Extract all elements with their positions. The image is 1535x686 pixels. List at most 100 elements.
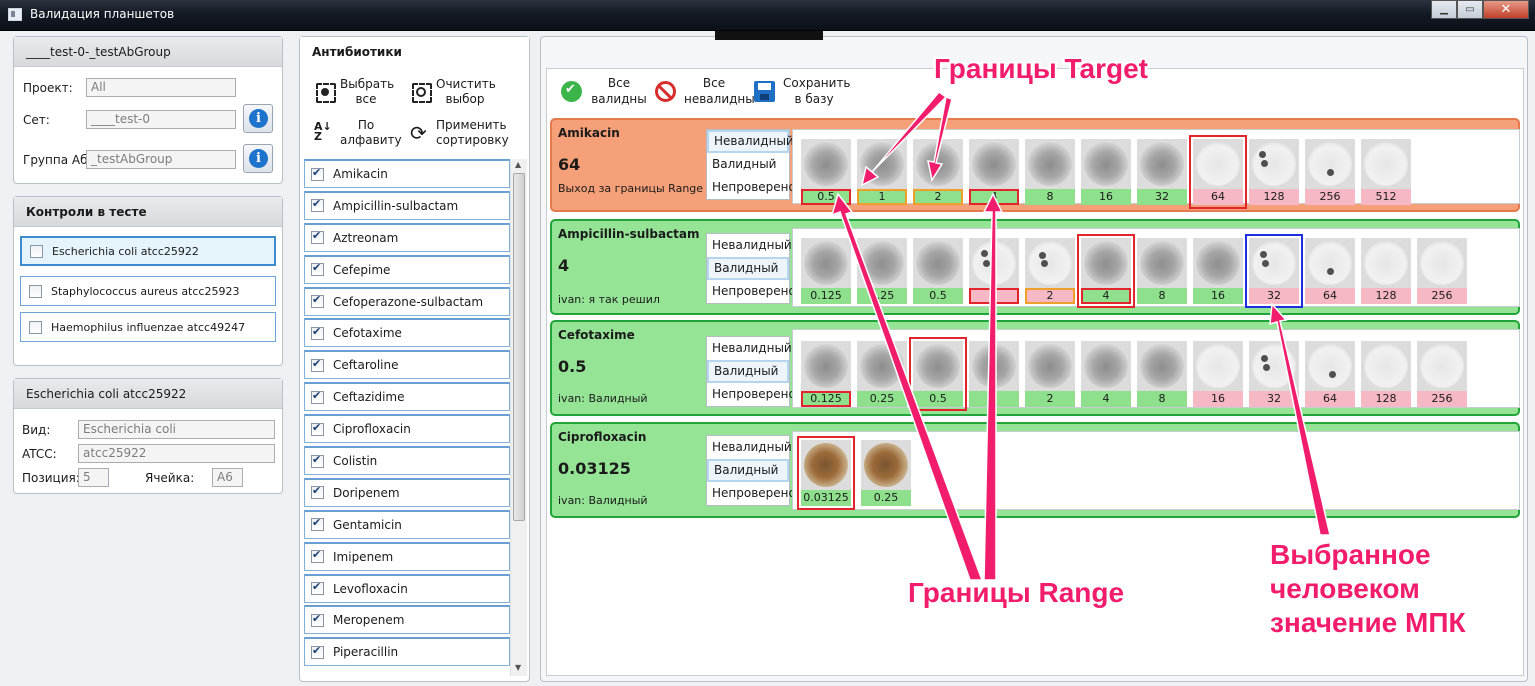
status-option[interactable]: Невалидный bbox=[707, 337, 792, 360]
antibiotic-list-item[interactable]: Imipenem bbox=[304, 541, 510, 571]
antibiotic-checkbox[interactable] bbox=[311, 293, 324, 309]
well[interactable]: 2 bbox=[1025, 341, 1075, 407]
antibiotic-checkbox[interactable] bbox=[311, 548, 324, 564]
minimize-button[interactable]: ▁ bbox=[1431, 0, 1457, 19]
antibiotic-checkbox[interactable] bbox=[311, 612, 324, 627]
position-field[interactable]: 5 bbox=[78, 468, 109, 487]
well[interactable]: 1 bbox=[969, 341, 1019, 407]
maximize-button[interactable]: ▭ bbox=[1457, 0, 1483, 19]
antibiotic-checkbox[interactable] bbox=[311, 166, 324, 181]
well[interactable]: 256 bbox=[1417, 238, 1467, 304]
antibiotic-checkbox[interactable] bbox=[311, 484, 324, 500]
well[interactable]: 1 bbox=[857, 139, 907, 205]
control-item[interactable]: Escherichia coli atcc25922 bbox=[20, 236, 276, 266]
well[interactable]: 0.5 bbox=[913, 238, 963, 304]
well[interactable]: 256 bbox=[1417, 341, 1467, 407]
sort-alpha-button[interactable]: A↓ Z По алфавиту bbox=[314, 118, 402, 148]
well[interactable]: 0.125 bbox=[801, 341, 851, 407]
antibiotic-list-item[interactable]: Doripenem bbox=[304, 477, 510, 507]
well[interactable]: 16 bbox=[1193, 238, 1243, 304]
antibiotic-checkbox[interactable] bbox=[311, 261, 324, 277]
well[interactable]: 128 bbox=[1249, 139, 1299, 205]
control-item[interactable]: Staphylococcus aureus atcc25923 bbox=[20, 276, 276, 306]
well[interactable]: 4 bbox=[969, 139, 1019, 205]
antibiotic-list-item[interactable]: Amikacin bbox=[304, 159, 510, 188]
control-checkbox[interactable] bbox=[30, 244, 43, 258]
antibiotic-list-scrollbar[interactable]: ▲ ▼ bbox=[510, 159, 527, 676]
antibiotic-list-item[interactable]: Cefoperazone-sulbactam bbox=[304, 286, 510, 316]
antibiotic-checkbox[interactable] bbox=[311, 516, 324, 532]
well[interactable]: 32 bbox=[1137, 139, 1187, 205]
well[interactable]: 8 bbox=[1025, 139, 1075, 205]
antibiotic-list-item[interactable]: Aztreonam bbox=[304, 222, 510, 252]
antibiotic-list-item[interactable]: Piperacillin bbox=[304, 637, 510, 667]
well[interactable]: 512 bbox=[1361, 139, 1411, 205]
antibiotic-checkbox[interactable] bbox=[311, 421, 324, 436]
status-option[interactable]: Невалидный bbox=[707, 234, 792, 257]
atcc-field[interactable]: atcc25922 bbox=[78, 444, 275, 463]
antibiotic-list-item[interactable]: Ampicillin-sulbactam bbox=[304, 190, 510, 220]
scrollbar-thumb[interactable] bbox=[513, 173, 525, 521]
set-field[interactable]: ____test-0 bbox=[86, 110, 236, 129]
antibiotic-list-item[interactable]: Ciprofloxacin bbox=[304, 414, 510, 444]
well[interactable]: 8 bbox=[1137, 238, 1187, 304]
well[interactable]: 1 bbox=[969, 238, 1019, 304]
control-checkbox[interactable] bbox=[29, 284, 42, 298]
well[interactable]: 0.25 bbox=[861, 440, 911, 506]
select-all-button[interactable]: Выбрать все bbox=[314, 77, 394, 107]
close-button[interactable]: ✕ bbox=[1483, 0, 1529, 19]
antibiotic-checkbox[interactable] bbox=[311, 229, 324, 245]
set-info-button[interactable] bbox=[243, 104, 273, 133]
group-info-button[interactable] bbox=[243, 144, 273, 173]
cell-field[interactable]: A6 bbox=[212, 468, 243, 487]
antibiotic-list-item[interactable]: Ceftazidime bbox=[304, 382, 510, 412]
antibiotic-list-item[interactable]: Gentamicin bbox=[304, 509, 510, 539]
antibiotic-list-item[interactable]: Levofloxacin bbox=[304, 573, 510, 603]
project-field[interactable]: All bbox=[86, 78, 236, 97]
antibiotic-list-item[interactable]: Colistin bbox=[304, 446, 510, 476]
clear-selection-button[interactable]: Очистить выбор bbox=[410, 77, 496, 107]
antibiotic-checkbox[interactable] bbox=[311, 357, 324, 372]
status-option[interactable]: Валидный bbox=[707, 257, 789, 280]
control-item[interactable]: Haemophilus influenzae atcc49247 bbox=[20, 312, 276, 342]
status-option[interactable]: Непроверено bbox=[707, 176, 796, 199]
status-option[interactable]: Валидный bbox=[707, 459, 789, 482]
all-invalid-button[interactable]: Все невалидны bbox=[655, 75, 755, 107]
antibiotic-list-item[interactable]: Ceftaroline bbox=[304, 350, 510, 380]
well[interactable]: 128 bbox=[1361, 341, 1411, 407]
well[interactable]: 32 bbox=[1249, 341, 1299, 407]
status-option[interactable]: Валидный bbox=[707, 153, 789, 176]
well[interactable]: 2 bbox=[913, 139, 963, 205]
antibiotic-checkbox[interactable] bbox=[311, 197, 324, 213]
status-option[interactable]: Валидный bbox=[707, 360, 789, 383]
status-option[interactable]: Непроверено bbox=[707, 383, 796, 406]
well[interactable]: 8 bbox=[1137, 341, 1187, 407]
all-valid-button[interactable]: Все валидны bbox=[561, 75, 648, 107]
well[interactable]: 0.25 bbox=[857, 341, 907, 407]
well[interactable]: 128 bbox=[1361, 238, 1411, 304]
antibiotic-list-item[interactable]: Cefotaxime bbox=[304, 318, 510, 348]
status-option[interactable]: Невалидный bbox=[707, 130, 794, 153]
well[interactable]: 16 bbox=[1193, 341, 1243, 407]
well[interactable]: 0.25 bbox=[857, 238, 907, 304]
well[interactable]: 4 bbox=[1081, 341, 1131, 407]
antibiotic-checkbox[interactable] bbox=[311, 389, 324, 404]
save-button[interactable]: Сохранить в базу bbox=[754, 75, 851, 107]
species-field[interactable]: Escherichia coli bbox=[78, 420, 275, 439]
well[interactable]: 16 bbox=[1081, 139, 1131, 205]
apply-sort-button[interactable]: ⟳ Применить сортировку bbox=[410, 118, 509, 148]
control-checkbox[interactable] bbox=[29, 320, 42, 334]
well[interactable]: 2 bbox=[1025, 238, 1075, 304]
antibiotic-list-item[interactable]: Cefepime bbox=[304, 254, 510, 284]
antibiotic-checkbox[interactable] bbox=[311, 325, 324, 340]
status-option[interactable]: Непроверено bbox=[707, 482, 796, 505]
well[interactable]: 64 bbox=[1305, 238, 1355, 304]
antibiotic-checkbox[interactable] bbox=[311, 453, 324, 468]
well[interactable]: 64 bbox=[1305, 341, 1355, 407]
well[interactable]: 0.125 bbox=[801, 238, 851, 304]
antibiotic-checkbox[interactable] bbox=[311, 644, 324, 659]
status-option[interactable]: Невалидный bbox=[707, 436, 792, 459]
splitter-grip[interactable] bbox=[715, 31, 823, 40]
well[interactable]: 256 bbox=[1305, 139, 1355, 205]
antibiotic-list-item[interactable]: Meropenem bbox=[304, 605, 510, 635]
